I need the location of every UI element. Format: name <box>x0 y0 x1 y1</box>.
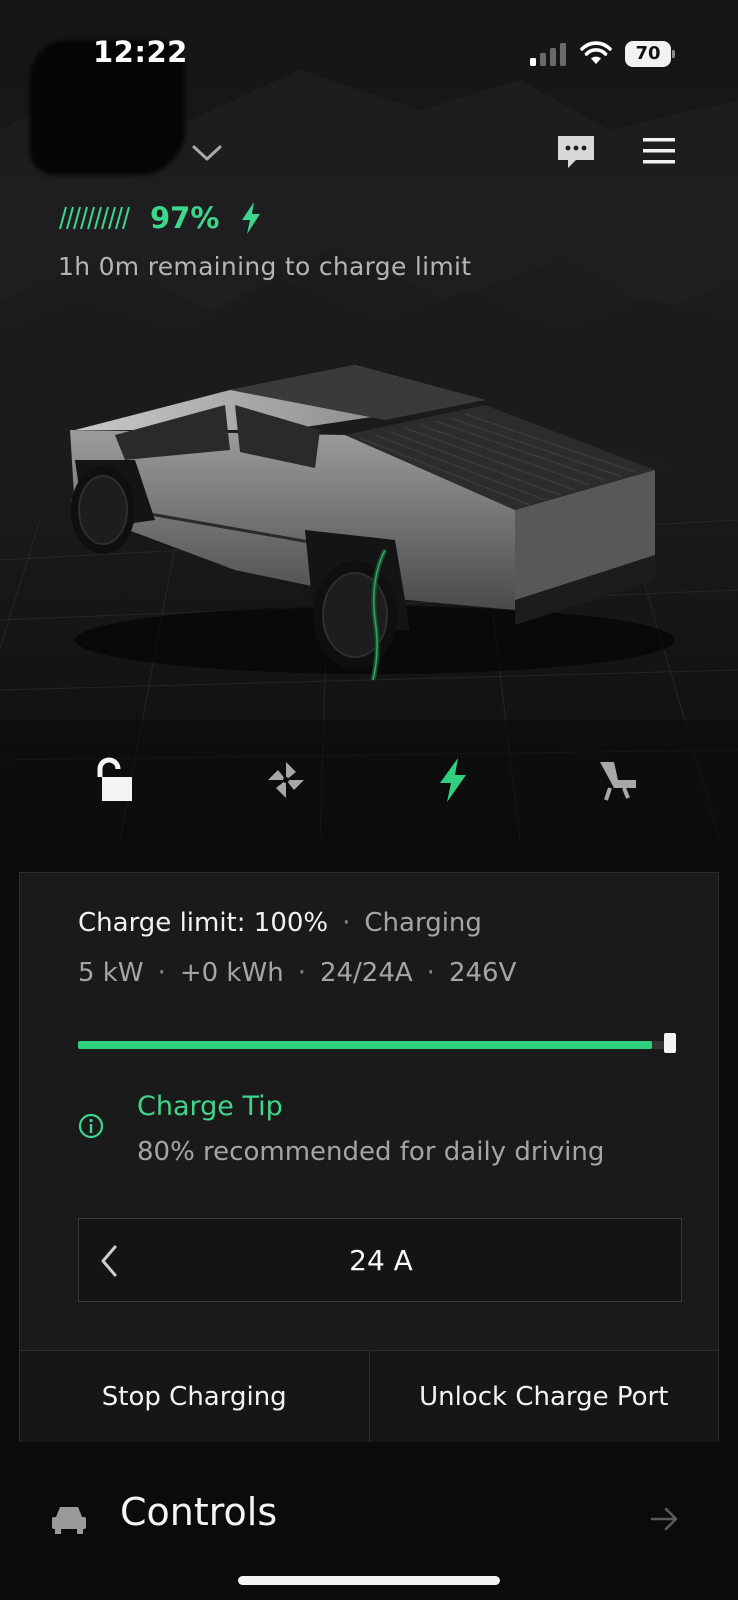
unlock-charge-port-button[interactable]: Unlock Charge Port <box>368 1351 718 1442</box>
menu-icon[interactable] <box>643 136 675 166</box>
voltage: 246V <box>448 958 517 988</box>
battery-icon: 70 <box>625 41 675 67</box>
vehicle-dropdown-chevron-icon[interactable] <box>190 141 224 165</box>
charging-actions: Stop Charging Unlock Charge Port <box>20 1350 718 1442</box>
charge-level-fill <box>78 1041 652 1049</box>
unlock-button[interactable] <box>85 752 141 808</box>
status-bar: 12:22 70 <box>0 0 738 100</box>
charging-bolt-icon <box>242 202 261 234</box>
wifi-icon <box>580 41 612 64</box>
messages-icon[interactable] <box>556 134 596 170</box>
arrow-right-icon <box>650 1507 678 1531</box>
car-icon <box>52 1507 86 1534</box>
charging-card: Charge limit: 100% · Charging 5 kW · +0 kWh ·… <box>19 872 719 1442</box>
current: 24/24A <box>319 958 413 988</box>
climate-button[interactable] <box>258 752 314 808</box>
info-icon <box>78 1113 104 1139</box>
charging-status: Charging <box>364 908 482 938</box>
charge-limit-row: Charge limit: 100% · Charging <box>78 908 482 938</box>
charge-remaining-text: 1h 0m remaining to charge limit <box>58 252 472 281</box>
charge-limit-label: Charge limit: 100% <box>78 908 329 938</box>
cellular-signal-icon <box>530 42 568 66</box>
stop-charging-button[interactable]: Stop Charging <box>20 1351 369 1442</box>
controls-label: Controls <box>120 1490 278 1534</box>
charge-limit-slider[interactable] <box>78 1033 676 1053</box>
charge-limit-handle[interactable] <box>664 1033 676 1053</box>
seat-button[interactable] <box>590 752 646 808</box>
bolt-icon <box>440 758 466 802</box>
fan-icon <box>268 762 304 798</box>
home-indicator[interactable] <box>238 1576 500 1585</box>
vehicle-image <box>69 365 675 680</box>
status-time: 12:22 <box>93 35 188 69</box>
seat-icon <box>600 762 636 801</box>
chevron-left-icon[interactable] <box>95 1241 123 1281</box>
charge-tip-text: 80% recommended for daily driving <box>137 1137 605 1167</box>
unlock-icon <box>97 757 132 801</box>
amperage-value: 24 A <box>349 1244 413 1277</box>
charging-stats-row: 5 kW · +0 kWh · 24/24A · 246V <box>78 958 517 988</box>
charge-tip-title: Charge Tip <box>137 1091 283 1122</box>
energy-added: +0 kWh <box>179 958 284 988</box>
battery-level-text: 70 <box>635 43 661 64</box>
charging-button[interactable] <box>425 752 481 808</box>
battery-status: 97% <box>58 198 263 238</box>
charge-power: 5 kW <box>78 958 144 988</box>
battery-percent: 97% <box>150 201 220 235</box>
battery-stripes-icon <box>59 206 130 230</box>
amperage-selector: 24 A <box>78 1218 682 1302</box>
quick-actions-bar <box>0 752 738 812</box>
controls-nav-item[interactable]: Controls <box>0 1480 738 1570</box>
